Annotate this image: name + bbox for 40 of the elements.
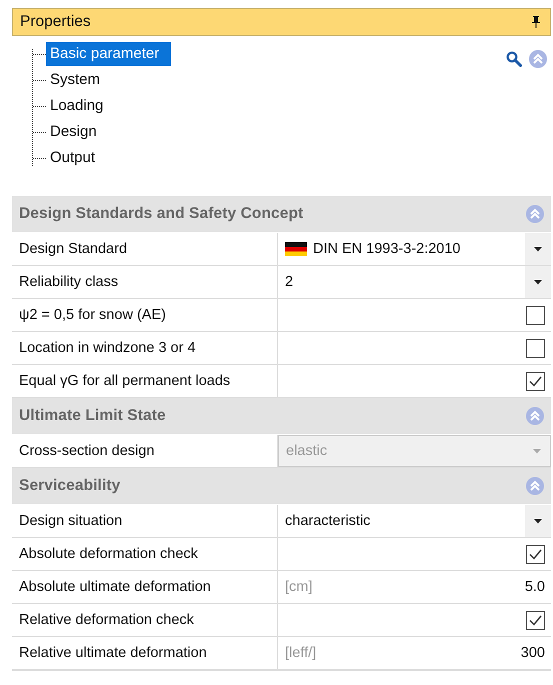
panel-title: Properties: [20, 13, 91, 31]
property-label: Design situation: [12, 505, 278, 537]
tree-item[interactable]: System: [46, 68, 104, 92]
property-label: Reliability class: [12, 266, 278, 298]
checkbox[interactable]: [526, 610, 545, 630]
dropdown-arrow-icon: [534, 280, 542, 284]
section-title: Ultimate Limit State: [19, 407, 166, 425]
section-header[interactable]: Ultimate Limit State: [12, 398, 551, 435]
dropdown-arrow-icon: [534, 518, 542, 524]
dropdown-arrow-icon: [533, 448, 541, 454]
property-label: Absolute deformation check: [12, 538, 278, 570]
section-title: Serviceability: [19, 477, 120, 495]
checkbox[interactable]: [526, 306, 545, 324]
value-field[interactable]: 300: [520, 645, 545, 661]
property-label: Equal γG for all permanent loads: [12, 365, 278, 397]
tree-item[interactable]: Design: [46, 120, 101, 144]
property-label: Design Standard: [12, 233, 278, 265]
checkbox[interactable]: [526, 372, 545, 390]
property-label: Relative ultimate deformation: [12, 637, 278, 669]
unit-label: [cm]: [285, 579, 312, 595]
property-label: Location in windzone 3 or 4: [12, 332, 278, 364]
section-header[interactable]: Serviceability: [12, 468, 551, 505]
property-label: ψ2 = 0,5 for snow (AE): [12, 299, 278, 331]
unit-label: [leff/]: [285, 645, 316, 661]
tree-item[interactable]: Loading: [46, 94, 108, 118]
dropdown-field[interactable]: characteristic: [278, 505, 551, 537]
pin-icon[interactable]: [531, 15, 541, 29]
checkbox[interactable]: [526, 544, 545, 564]
tree-item[interactable]: Basic parameter: [46, 42, 172, 66]
dropdown-arrow-icon: [534, 246, 542, 252]
property-label: Absolute ultimate deformation: [12, 571, 278, 603]
section-header[interactable]: Design Standards and Safety Concept: [12, 196, 551, 233]
section-title: Design Standards and Safety Concept: [19, 205, 304, 223]
search-icon[interactable]: [506, 51, 522, 67]
tree-item[interactable]: Output: [46, 146, 100, 170]
value-field[interactable]: 5.0: [524, 579, 545, 595]
dropdown-field[interactable]: DIN EN 1993-3-2:2010: [278, 233, 551, 265]
checkbox[interactable]: [526, 338, 545, 358]
property-label: Relative deformation check: [12, 604, 278, 636]
dropdown-field[interactable]: 2: [278, 266, 551, 298]
